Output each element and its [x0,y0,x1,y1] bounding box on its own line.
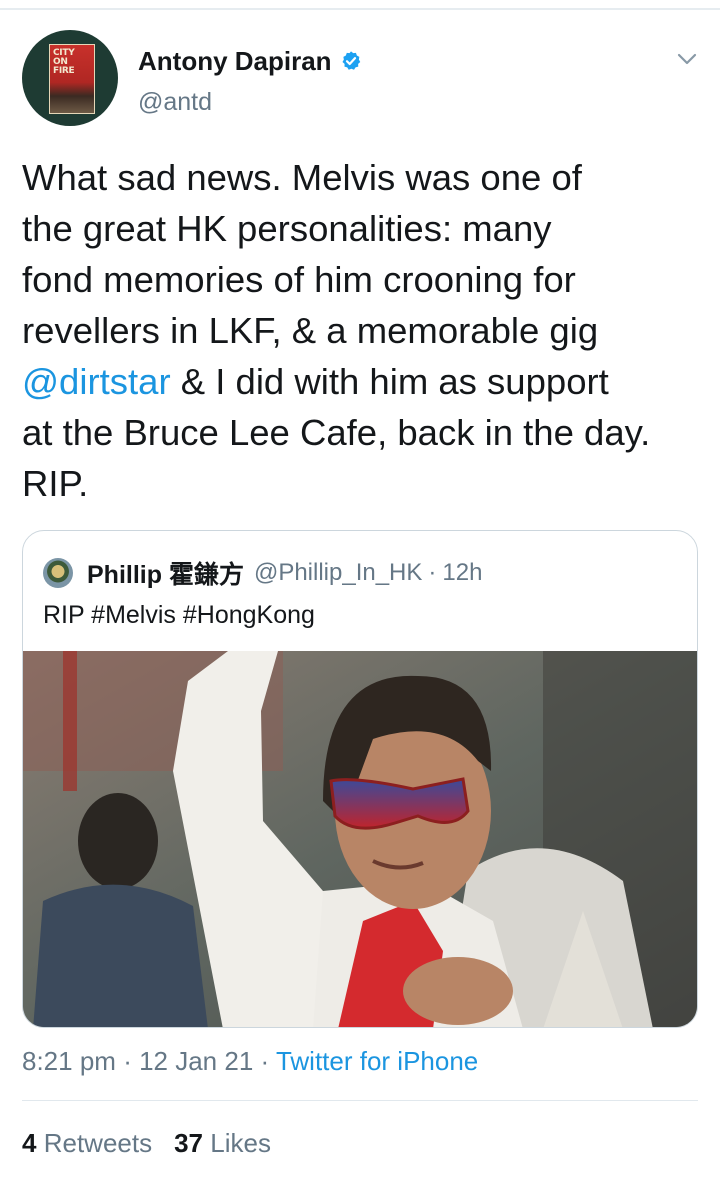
book-cover-image: CITY ON FIRE [49,44,95,114]
retweets-stat[interactable]: 4 Retweets [22,1128,152,1158]
top-divider [0,8,720,10]
chevron-down-icon[interactable] [676,50,698,68]
quoted-author-handle[interactable]: @Phillip_In_HK [254,559,422,587]
quoted-tweet-header: Phillip 霍鎌方 @Phillip_In_HK · 12h [87,555,482,591]
retweets-label: Retweets [43,1128,153,1158]
quoted-tweet-text: RIP #Melvis #HongKong [43,601,315,629]
avatar[interactable]: CITY ON FIRE [22,30,118,126]
tweet-source-link[interactable]: Twitter for iPhone [276,1046,478,1076]
quoted-author-avatar[interactable] [43,558,73,588]
book-cover-title: CITY ON FIRE [53,48,75,76]
author-display-name[interactable]: Antony Dapiran [138,46,332,77]
retweets-count: 4 [22,1128,37,1158]
quoted-tweet-photo[interactable] [23,651,697,1027]
meta-separator: · [123,1046,140,1076]
quoted-tweet-age: 12h [442,559,483,586]
likes-count: 37 [174,1128,204,1158]
tweet-time: 8:21 pm [22,1046,116,1076]
likes-label: Likes [210,1128,271,1158]
verified-badge-icon [342,51,360,70]
author-handle[interactable]: @antd [138,88,212,117]
quoted-tweet-card[interactable]: Phillip 霍鎌方 @Phillip_In_HK · 12h RIP #Me… [22,530,698,1028]
author-name-row[interactable]: Antony Dapiran [138,44,362,78]
tweet-timestamp: 8:21 pm · 12 Jan 21 · Twitter for iPhone [22,1046,478,1077]
quoted-author-name[interactable]: Phillip 霍鎌方 [87,555,244,591]
melvis-photo [23,651,697,1027]
tweet-date: 12 Jan 21 [139,1046,254,1076]
likes-stat[interactable]: 37 Likes [174,1128,271,1158]
stats-divider [22,1100,698,1101]
tweet-text: What sad news. Melvis was one of the gre… [22,152,702,509]
tweet-text-part-1: What sad news. Melvis was one of the gre… [22,157,599,351]
engagement-stats: 4 Retweets 37 Likes [22,1128,271,1159]
mention-link[interactable]: @dirtstar [22,361,171,402]
meta-separator: · [428,559,437,586]
meta-separator: · [260,1046,276,1076]
